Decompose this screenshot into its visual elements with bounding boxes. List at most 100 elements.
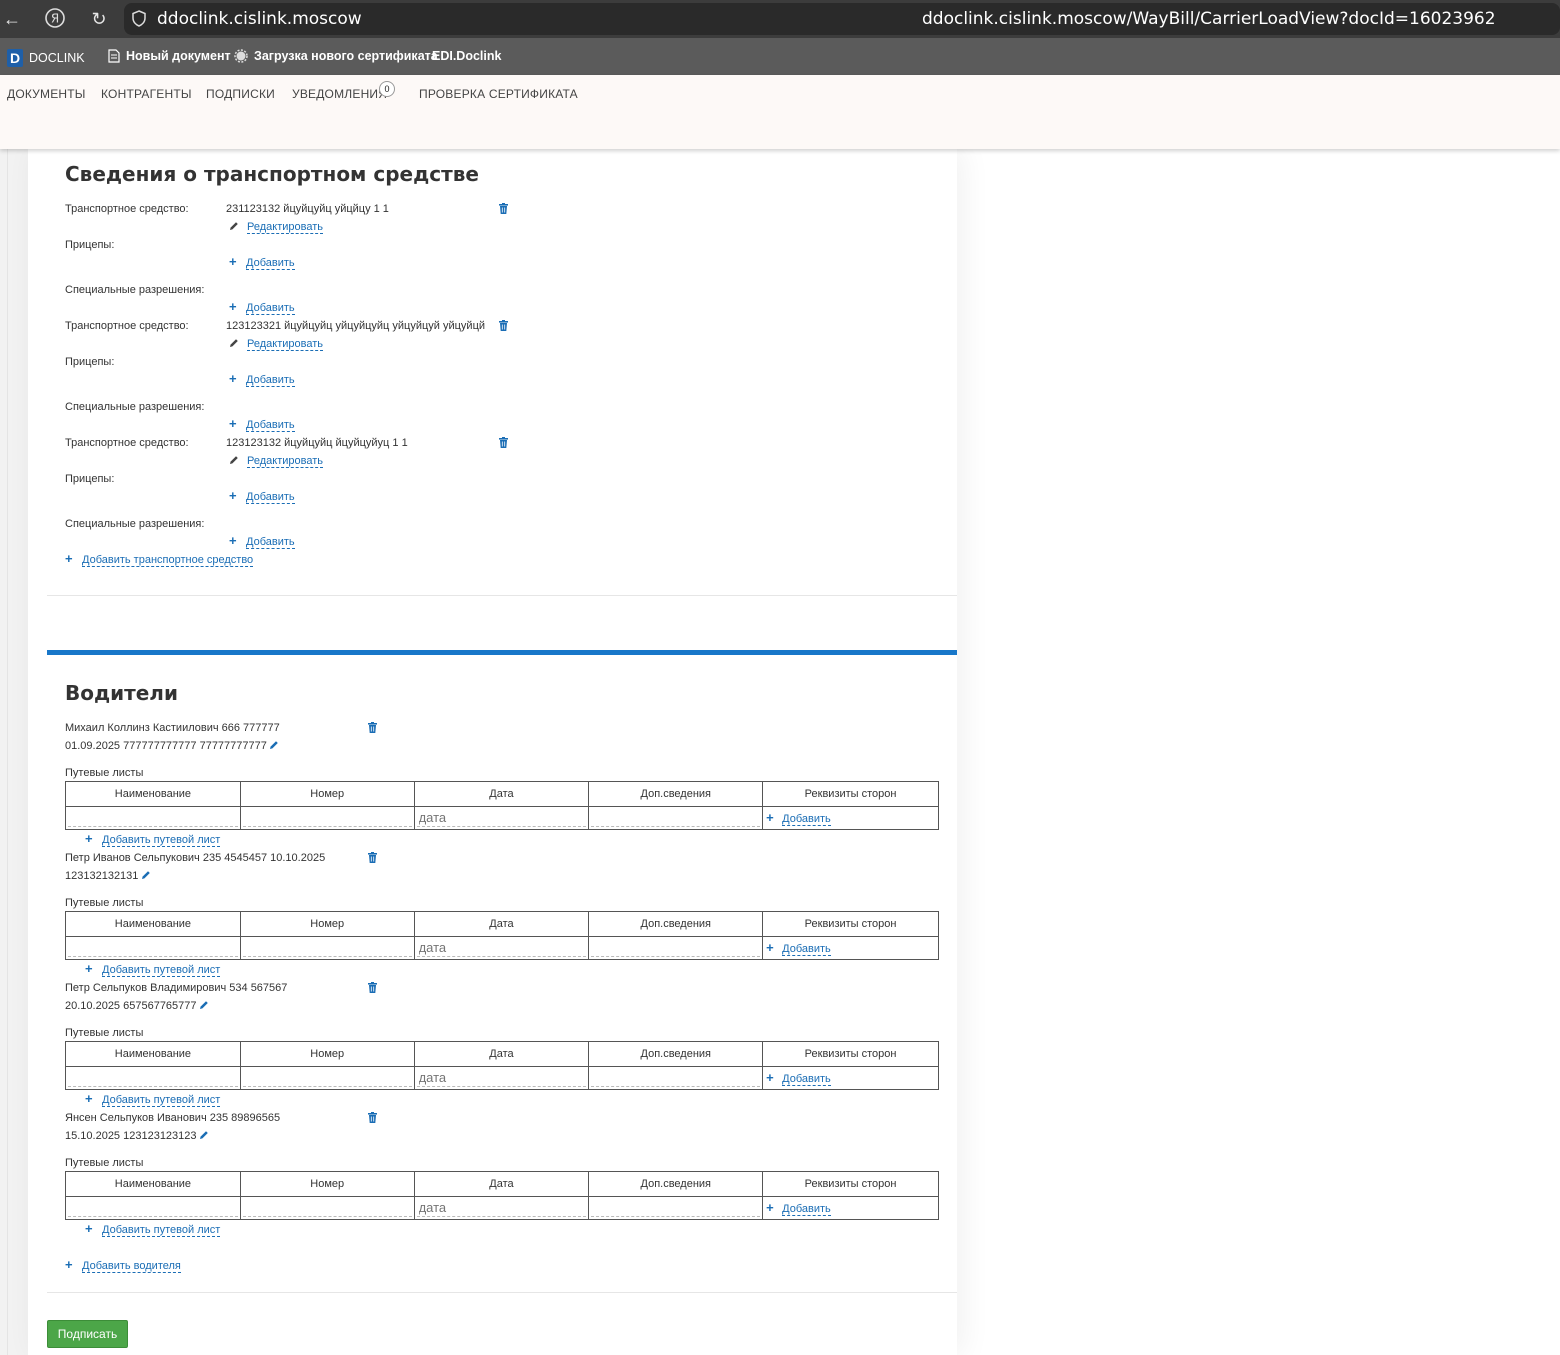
add-permit-link[interactable]: Добавить	[246, 419, 295, 432]
permits-label: Специальные разрешения:	[65, 518, 205, 530]
menu-subscriptions[interactable]: ПОДПИСКИ	[206, 87, 275, 101]
add-permit-link[interactable]: Добавить	[246, 302, 295, 315]
waybill-extra-input[interactable]	[591, 809, 761, 827]
plus-icon: +	[85, 1091, 93, 1106]
plus-icon: +	[229, 488, 237, 503]
waybill-number-input[interactable]	[242, 1199, 412, 1217]
col-number: Номер	[239, 1171, 415, 1197]
trash-icon[interactable]	[499, 437, 508, 448]
add-trailer-link[interactable]: Добавить	[246, 491, 295, 504]
name-cell	[65, 1196, 241, 1220]
pencil-icon	[230, 222, 238, 230]
add-parties-link[interactable]: Добавить	[782, 1073, 831, 1086]
add-parties-link[interactable]: Добавить	[782, 1203, 831, 1216]
table-row: + Добавить	[65, 936, 939, 960]
url-full[interactable]: ddoclink.cislink.moscow/WayBill/CarrierL…	[922, 9, 1496, 29]
plus-icon: +	[85, 961, 93, 976]
bookmark-upload-cert[interactable]: Загрузка нового сертификата	[234, 49, 438, 63]
add-waybill-link[interactable]: Добавить путевой лист	[102, 1224, 221, 1237]
waybill-extra-input[interactable]	[591, 939, 761, 957]
bookmark-doclink[interactable]: D DOCLINK	[7, 49, 85, 67]
parties-cell: + Добавить	[762, 806, 939, 830]
col-date: Дата	[413, 1041, 590, 1067]
trash-icon[interactable]	[368, 722, 377, 733]
waybill-name-input[interactable]	[68, 939, 238, 957]
waybills-table: Наименование Номер Дата Доп.сведения Рек…	[65, 911, 939, 960]
number-cell	[239, 806, 415, 830]
waybill-name-input[interactable]	[68, 1069, 238, 1087]
pencil-icon[interactable]	[199, 1130, 209, 1140]
trailers-label: Прицепы:	[65, 356, 115, 368]
pencil-icon[interactable]	[199, 1000, 209, 1010]
trash-icon[interactable]	[499, 203, 508, 214]
waybill-number-input[interactable]	[242, 939, 412, 957]
driver-info: 15.10.2025 123123123123	[65, 1130, 197, 1142]
sign-button[interactable]: Подписать	[47, 1320, 128, 1348]
plus-icon: +	[65, 551, 73, 566]
menu-contractors[interactable]: КОНТРАГЕНТЫ	[101, 87, 192, 101]
waybill-number-input[interactable]	[242, 809, 412, 827]
parties-cell: + Добавить	[762, 1196, 939, 1220]
driver-info: 123132132131	[65, 870, 139, 882]
date-cell	[413, 936, 590, 960]
menu-documents[interactable]: ДОКУМЕНТЫ	[7, 87, 86, 101]
yandex-icon[interactable]: Я	[43, 7, 67, 31]
add-waybill-link[interactable]: Добавить путевой лист	[102, 834, 221, 847]
col-extra: Доп.сведения	[588, 1041, 764, 1067]
waybill-number-input[interactable]	[242, 1069, 412, 1087]
reload-icon[interactable]: ↻	[87, 7, 111, 31]
section-divider	[47, 1292, 957, 1293]
waybill-extra-input[interactable]	[591, 1199, 761, 1217]
driver-info: 20.10.2025 657567765777	[65, 1000, 197, 1012]
bookmark-edi-doclink[interactable]: EDI.Doclink	[432, 49, 501, 63]
add-trailer-link[interactable]: Добавить	[246, 257, 295, 270]
table-header-row: Наименование Номер Дата Доп.сведения Рек…	[65, 1041, 939, 1067]
driver-info: Янсен Сельпуков Иванович 235 89896565	[65, 1112, 281, 1124]
waybill-date-input[interactable]	[416, 939, 587, 957]
menu-notifications[interactable]: УВЕДОМЛЕНИЯ	[292, 87, 387, 101]
left-gutter	[0, 149, 28, 1355]
waybill-date-input[interactable]	[416, 809, 587, 827]
table-row: + Добавить	[65, 1066, 939, 1090]
add-parties-link[interactable]: Добавить	[782, 943, 831, 956]
waybills-table: Наименование Номер Дата Доп.сведения Рек…	[65, 781, 939, 830]
waybill-name-input[interactable]	[68, 809, 238, 827]
plus-icon: +	[766, 1070, 774, 1085]
shield-icon[interactable]	[132, 10, 148, 28]
waybill-extra-input[interactable]	[591, 1069, 761, 1087]
bookmark-new-document[interactable]: Новый документ	[108, 49, 231, 63]
edit-vehicle-link[interactable]: Редактировать	[247, 221, 323, 234]
add-permit-link[interactable]: Добавить	[246, 536, 295, 549]
add-trailer-link[interactable]: Добавить	[246, 374, 295, 387]
add-driver-link[interactable]: Добавить водителя	[82, 1260, 181, 1273]
waybill-date-input[interactable]	[416, 1069, 587, 1087]
pencil-icon[interactable]	[269, 740, 279, 750]
col-extra: Доп.сведения	[588, 1171, 764, 1197]
trash-icon[interactable]	[368, 1112, 377, 1123]
pencil-icon	[230, 339, 238, 347]
edit-vehicle-link[interactable]: Редактировать	[247, 338, 323, 351]
add-waybill-link[interactable]: Добавить путевой лист	[102, 1094, 221, 1107]
menu-cert-check[interactable]: ПРОВЕРКА СЕРТИФИКАТА	[419, 87, 578, 101]
add-vehicle-link[interactable]: Добавить транспортное средство	[82, 554, 254, 567]
vehicle-label: Транспортное средство:	[65, 203, 189, 215]
driver-info: Петр Сельпуков Владимирович 534 567567	[65, 982, 288, 994]
trash-icon[interactable]	[499, 320, 508, 331]
pencil-icon	[230, 456, 238, 464]
date-cell	[413, 806, 590, 830]
edit-vehicle-link[interactable]: Редактировать	[247, 455, 323, 468]
back-arrow-icon[interactable]: ←	[0, 7, 24, 31]
trash-icon[interactable]	[368, 852, 377, 863]
permits-label: Специальные разрешения:	[65, 401, 205, 413]
waybill-name-input[interactable]	[68, 1199, 238, 1217]
add-waybill-link[interactable]: Добавить путевой лист	[102, 964, 221, 977]
number-cell	[239, 1196, 415, 1220]
add-parties-link[interactable]: Добавить	[782, 813, 831, 826]
driver-info: 01.09.2025 777777777777 77777777777	[65, 740, 267, 752]
notifications-badge: 0	[379, 81, 395, 97]
pencil-icon[interactable]	[141, 870, 151, 880]
trash-icon[interactable]	[368, 982, 377, 993]
date-cell	[413, 1066, 590, 1090]
waybill-date-input[interactable]	[416, 1199, 587, 1217]
parties-cell: + Добавить	[762, 936, 939, 960]
